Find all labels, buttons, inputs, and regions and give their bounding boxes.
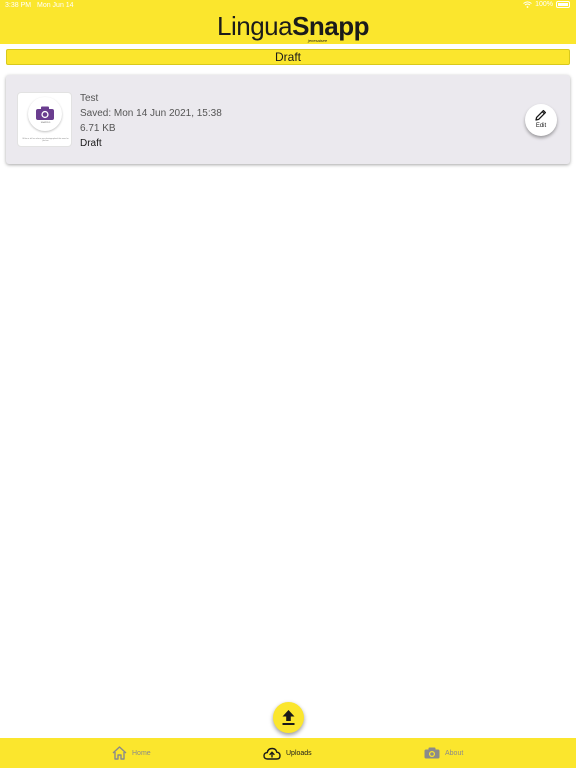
battery-percent: 100% (535, 1, 553, 8)
tab-bar: Home Uploads About (0, 738, 576, 768)
tab-about-label: About (445, 749, 464, 757)
edit-label: Edit (535, 123, 547, 129)
draft-title: Test (80, 93, 99, 104)
section-title: Draft (274, 50, 301, 64)
tab-about[interactable]: About (424, 738, 463, 768)
edit-button[interactable]: Edit (525, 104, 557, 136)
tab-home[interactable]: Home (112, 738, 151, 768)
wifi-icon (523, 1, 532, 8)
draft-card[interactable]: SNAPPED Write or tell us where you photo… (6, 75, 570, 164)
home-icon (112, 746, 127, 760)
tab-home-label: Home (132, 749, 151, 757)
tab-uploads[interactable]: Uploads (263, 738, 312, 768)
upload-fab-button[interactable] (273, 702, 304, 733)
upload-icon (282, 710, 295, 725)
app-logo: LinguaSnapp jenesaisee (217, 11, 370, 43)
battery-icon (556, 1, 570, 8)
pencil-icon (535, 109, 547, 121)
draft-thumbnail: SNAPPED Write or tell us where you photo… (17, 92, 72, 147)
logo-subtitle: jenesaisee (308, 38, 328, 43)
draft-status: Draft (80, 138, 102, 149)
status-right: 100% (523, 1, 570, 8)
section-banner: Draft (6, 49, 570, 65)
status-time: 3:38 PM (5, 2, 32, 9)
thumbnail-label: SNAPPED (40, 122, 51, 124)
draft-saved-date: Saved: Mon 14 Jun 2021, 15:38 (80, 108, 222, 119)
draft-info: Test Saved: Mon 14 Jun 2021, 15:38 6.71 … (80, 91, 222, 151)
tab-uploads-label: Uploads (286, 749, 312, 757)
status-date: Mon Jun 14 (37, 2, 74, 9)
logo-snapp: Snapp (292, 11, 370, 41)
app-screen: 3:38 PM Mon Jun 14 100% LinguaSnapp jene… (0, 0, 576, 768)
app-header: 3:38 PM Mon Jun 14 100% LinguaSnapp jene… (0, 0, 576, 44)
logo-lingua: Lingua (217, 11, 293, 41)
camera-icon (424, 747, 440, 759)
camera-icon (36, 106, 54, 120)
cloud-upload-icon (263, 747, 281, 760)
thumbnail-caption: Write or tell us where you photographed … (22, 138, 69, 142)
draft-size: 6.71 KB (80, 123, 116, 134)
